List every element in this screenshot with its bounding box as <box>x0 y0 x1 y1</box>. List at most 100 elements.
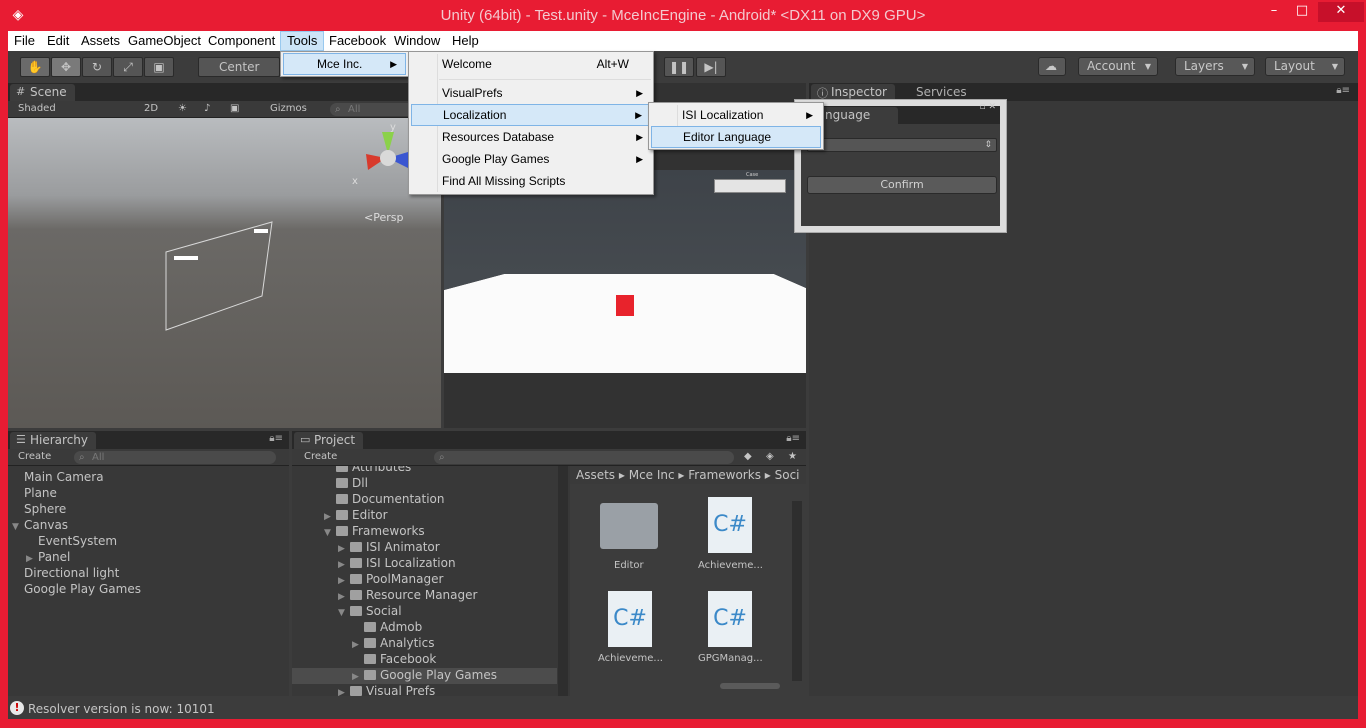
menu-component[interactable]: Component <box>202 33 281 51</box>
tree-folder[interactable]: Documentation <box>336 492 445 508</box>
filter-type-icon[interactable]: ◆ <box>744 451 752 462</box>
tree-folder[interactable]: Admob <box>364 620 422 636</box>
menu-gameobject[interactable]: GameObject <box>122 33 207 51</box>
lock-icon[interactable]: 🔒︎≡ <box>1336 85 1350 96</box>
menu-item-visualprefs[interactable]: VisualPrefs ▶ <box>411 82 651 104</box>
scale-tool-icon[interactable]: ⤢ <box>113 57 143 77</box>
collapse-icon[interactable]: ▶ <box>324 512 336 522</box>
hierarchy-create-button[interactable]: Create <box>18 451 51 462</box>
tab-scene[interactable]: # Scene <box>10 84 75 101</box>
tab-hierarchy[interactable]: ☰ Hierarchy <box>10 432 97 449</box>
project-create-button[interactable]: Create <box>304 451 337 462</box>
2d-toggle[interactable]: 2D <box>144 103 158 114</box>
collapse-icon[interactable]: ▶ <box>26 554 38 564</box>
menu-facebook[interactable]: Facebook <box>323 33 392 51</box>
step-icon[interactable]: ▶| <box>696 57 726 77</box>
editor-folder-icon[interactable] <box>600 503 658 549</box>
tree-folder[interactable]: ▶ ISI Localization <box>338 556 456 572</box>
audio-icon[interactable]: ♪ <box>204 103 210 114</box>
tree-folder[interactable]: Facebook <box>364 652 436 668</box>
cloud-icon[interactable]: ☁ <box>1038 57 1066 76</box>
tree-folder[interactable]: Dll <box>336 476 368 492</box>
game-dropdown[interactable] <box>714 179 786 193</box>
pause-icon[interactable]: ❚❚ <box>664 57 694 77</box>
tree-folder[interactable]: ▼ Frameworks <box>324 524 425 540</box>
persp-label[interactable]: <Persp <box>364 211 403 224</box>
lock-icon[interactable]: 🔒︎≡ <box>269 433 283 444</box>
menu-window[interactable]: Window <box>388 33 446 51</box>
menu-edit[interactable]: Edit <box>41 33 75 51</box>
list-item[interactable]: Plane <box>24 486 57 502</box>
expand-icon[interactable]: ▼ <box>324 528 336 538</box>
collapse-icon[interactable]: ▶ <box>352 672 364 682</box>
rotate-tool-icon[interactable]: ↻ <box>82 57 112 77</box>
breadcrumb-item[interactable]: Frameworks <box>688 468 761 482</box>
list-item[interactable]: Directional light <box>24 566 119 582</box>
collapse-icon[interactable]: ▶ <box>352 640 364 650</box>
asset-scrollbar[interactable] <box>792 501 802 681</box>
list-item[interactable]: Google Play Games <box>24 582 141 598</box>
filter-label-icon[interactable]: ◈ <box>766 451 774 462</box>
menu-file[interactable]: File <box>8 33 41 51</box>
menu-item-resources-database[interactable]: Resources Database ▶ <box>411 126 651 148</box>
layout-dropdown[interactable]: Layout ▼ <box>1265 57 1345 76</box>
tree-folder[interactable]: ▶ Google Play Games <box>292 668 557 684</box>
pivot-center-button[interactable]: Center <box>198 57 280 77</box>
minimize-button[interactable]: – <box>1264 2 1284 22</box>
tree-folder[interactable]: Attributes <box>336 466 411 476</box>
light-icon[interactable]: ☀ <box>178 103 187 114</box>
menu-item-google-play-games[interactable]: Google Play Games ▶ <box>411 148 651 170</box>
confirm-button[interactable]: Confirm <box>807 176 997 194</box>
tree-folder[interactable]: ▶ Analytics <box>352 636 435 652</box>
expand-icon[interactable]: ▼ <box>338 608 350 618</box>
expand-icon[interactable]: ▼ <box>12 522 24 532</box>
list-item[interactable]: Main Camera <box>24 470 104 486</box>
hand-tool-icon[interactable]: ✋ <box>20 57 50 77</box>
list-item[interactable]: ▶ Panel <box>26 550 70 566</box>
list-item[interactable]: ▼ Canvas <box>12 518 68 534</box>
lock-icon[interactable]: 🔒︎≡ <box>786 433 800 444</box>
collapse-icon[interactable]: ▶ <box>338 576 350 586</box>
menu-tools[interactable]: Tools <box>280 31 325 51</box>
list-item[interactable]: EventSystem <box>38 534 117 550</box>
effects-icon[interactable]: ▣ <box>230 103 239 114</box>
tree-folder[interactable]: ▶ ISI Animator <box>338 540 440 556</box>
tree-folder[interactable]: ▶ Editor <box>324 508 388 524</box>
move-tool-icon[interactable]: ✥ <box>51 57 81 77</box>
csharp-script-icon[interactable]: C# <box>708 497 752 553</box>
close-icon[interactable]: ▫ ✕ <box>979 102 996 112</box>
close-button[interactable]: ✕ <box>1318 2 1364 22</box>
menu-item-find-missing-scripts[interactable]: Find All Missing Scripts <box>411 170 651 192</box>
favorite-icon[interactable]: ★ <box>788 451 797 462</box>
tree-scrollbar[interactable] <box>558 466 568 696</box>
menu-item-isi-localization[interactable]: ISI Localization ▶ <box>651 104 821 126</box>
account-dropdown[interactable]: Account ▼ <box>1078 57 1158 76</box>
scene-viewport[interactable]: y x <Persp <box>8 118 441 428</box>
gizmos-dropdown[interactable]: Gizmos <box>270 103 307 114</box>
shaded-dropdown[interactable]: Shaded <box>18 103 56 114</box>
hierarchy-search-input[interactable]: ⌕ All <box>74 451 276 464</box>
icon-size-slider[interactable] <box>720 683 780 689</box>
tab-project[interactable]: ▭ Project <box>294 432 364 449</box>
tree-folder[interactable]: ▶ PoolManager <box>338 572 443 588</box>
csharp-script-icon[interactable]: C# <box>708 591 752 647</box>
collapse-icon[interactable]: ▶ <box>338 560 350 570</box>
breadcrumb-item[interactable]: Assets <box>576 468 615 482</box>
menu-item-mce-inc[interactable]: Mce Inc. ▶ <box>283 53 406 75</box>
project-search-input[interactable]: ⌕ <box>434 451 734 464</box>
layers-dropdown[interactable]: Layers ▼ <box>1175 57 1255 76</box>
tree-folder[interactable]: ▶ Resource Manager <box>338 588 477 604</box>
menu-assets[interactable]: Assets <box>75 33 126 51</box>
csharp-script-icon[interactable]: C# <box>608 591 652 647</box>
menu-item-editor-language[interactable]: Editor Language <box>651 126 821 148</box>
collapse-icon[interactable]: ▶ <box>338 544 350 554</box>
maximize-button[interactable]: □ <box>1292 2 1312 22</box>
language-select[interactable]: en⇕ <box>807 138 997 152</box>
menu-item-localization[interactable]: Localization ▶ <box>411 104 651 126</box>
breadcrumb-item[interactable]: Mce Inc <box>629 468 675 482</box>
breadcrumb-item[interactable]: Soci <box>775 468 800 482</box>
menu-item-welcome[interactable]: Welcome Alt+W <box>411 53 651 75</box>
collapse-icon[interactable]: ▶ <box>338 592 350 602</box>
collapse-icon[interactable]: ▶ <box>338 688 350 696</box>
tree-folder[interactable]: ▼ Social <box>338 604 402 620</box>
